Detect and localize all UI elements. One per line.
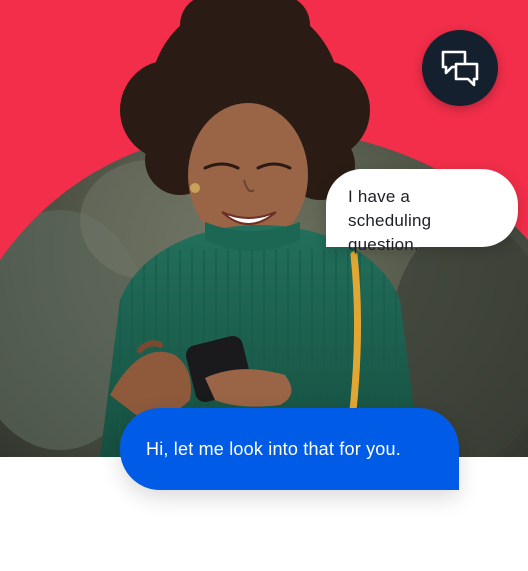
chat-bubbles-icon <box>441 50 479 87</box>
chat-badge <box>422 30 498 106</box>
agent-message-text: Hi, let me look into that for you. <box>146 438 401 459</box>
agent-message-bubble: Hi, let me look into that for you. <box>120 408 459 490</box>
customer-message-text: I have a scheduling question. <box>348 187 432 254</box>
customer-message-bubble: I have a scheduling question. <box>326 169 518 254</box>
